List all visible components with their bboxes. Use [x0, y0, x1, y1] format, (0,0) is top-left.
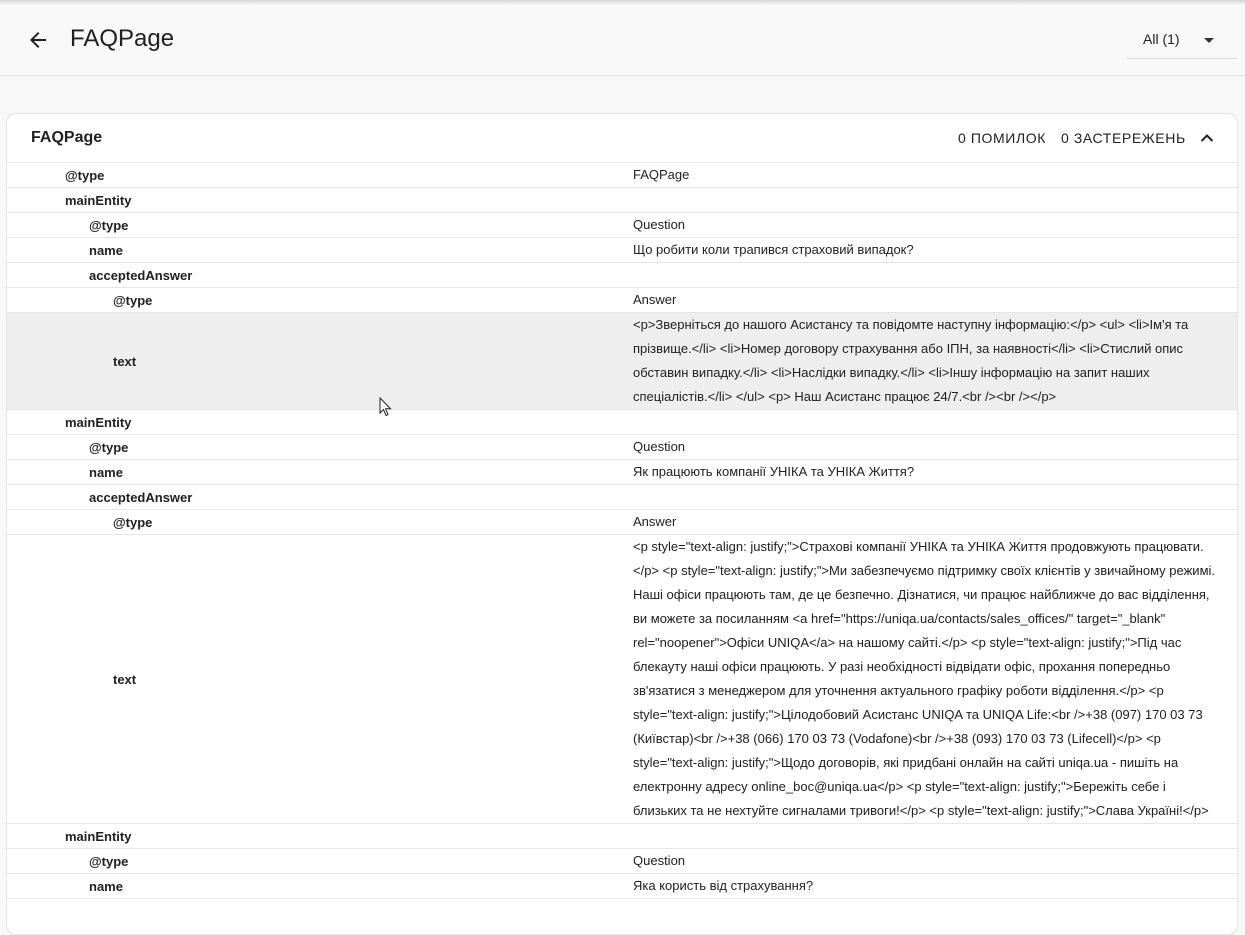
property-value: Що робити коли трапився страховий випадо…	[633, 242, 914, 257]
property-value: Answer	[633, 292, 677, 307]
property-row: name Що робити коли трапився страховий в…	[7, 238, 1237, 263]
property-row: name Яка користь від страхування?	[7, 874, 1237, 899]
property-row: @type FAQPage	[7, 163, 1237, 188]
property-row: @type Question	[7, 849, 1237, 874]
property-value	[633, 485, 1217, 509]
property-row: @type Answer	[7, 288, 1237, 313]
result-card: FAQPage 0 ПОМИЛОК 0 ЗАСТЕРЕЖЕНЬ @type FA…	[6, 113, 1238, 935]
filter-dropdown[interactable]: All (1)	[1127, 22, 1237, 59]
filter-selected-value: All (1)	[1143, 31, 1180, 47]
property-value: Answer	[633, 514, 677, 529]
property-row: @type Answer	[7, 510, 1237, 535]
property-key: @type	[113, 292, 153, 308]
property-value	[633, 410, 1217, 434]
property-key: mainEntity	[65, 828, 132, 844]
property-value: Question	[633, 439, 686, 454]
card-title: FAQPage	[31, 129, 103, 146]
property-value: Question	[633, 217, 686, 232]
back-button[interactable]	[26, 28, 50, 52]
property-key: @type	[65, 167, 105, 183]
page-title: FAQPage	[70, 25, 175, 52]
property-row: acceptedAnswer	[7, 263, 1237, 288]
property-row: @type Question	[7, 435, 1237, 460]
property-key: name	[89, 242, 123, 258]
property-key: mainEntity	[65, 192, 132, 208]
property-key: name	[89, 878, 123, 894]
property-key: name	[89, 464, 123, 480]
caret-down-icon	[1204, 38, 1214, 43]
property-key: acceptedAnswer	[89, 489, 193, 505]
property-key: mainEntity	[65, 414, 132, 430]
property-row: mainEntity	[7, 188, 1237, 213]
property-row: mainEntity	[7, 824, 1237, 849]
card-header[interactable]: FAQPage 0 ПОМИЛОК 0 ЗАСТЕРЕЖЕНЬ	[7, 114, 1237, 163]
property-key: text	[113, 671, 137, 687]
property-value	[633, 188, 1217, 212]
property-row-highlighted: text <p>Зверніться до нашого Асистансу т…	[7, 313, 1237, 410]
errors-count: 0 ПОМИЛОК	[958, 130, 1046, 146]
property-row: @type Question	[7, 213, 1237, 238]
property-key: text	[113, 353, 137, 369]
property-row: name Як працюють компанії УНІКА та УНІКА…	[7, 460, 1237, 485]
property-value: Як працюють компанії УНІКА та УНІКА Житт…	[633, 464, 915, 479]
property-value: <p>Зверніться до нашого Асистансу та пов…	[633, 317, 1189, 404]
property-key: @type	[89, 439, 129, 455]
property-row: acceptedAnswer	[7, 485, 1237, 510]
property-key: @type	[113, 514, 153, 530]
chevron-up-icon	[1200, 134, 1214, 142]
property-value: FAQPage	[633, 167, 690, 182]
arrow-back-icon	[30, 32, 46, 48]
property-key: @type	[89, 853, 129, 869]
collapse-button[interactable]	[1199, 130, 1215, 146]
property-key: @type	[89, 217, 129, 233]
mouse-cursor-icon	[379, 397, 392, 417]
property-key: acceptedAnswer	[89, 267, 193, 283]
property-value: <p style="text-align: justify;">Страхові…	[633, 539, 1216, 818]
property-value: Яка користь від страхування?	[633, 878, 814, 893]
warnings-count: 0 ЗАСТЕРЕЖЕНЬ	[1061, 130, 1186, 146]
page-header: FAQPage All (1)	[0, 0, 1245, 76]
property-row: mainEntity	[7, 410, 1237, 435]
property-value: Question	[633, 853, 686, 868]
property-value	[633, 824, 1217, 848]
property-value	[633, 263, 1217, 287]
property-row: text <p style="text-align: justify;">Стр…	[7, 535, 1237, 824]
